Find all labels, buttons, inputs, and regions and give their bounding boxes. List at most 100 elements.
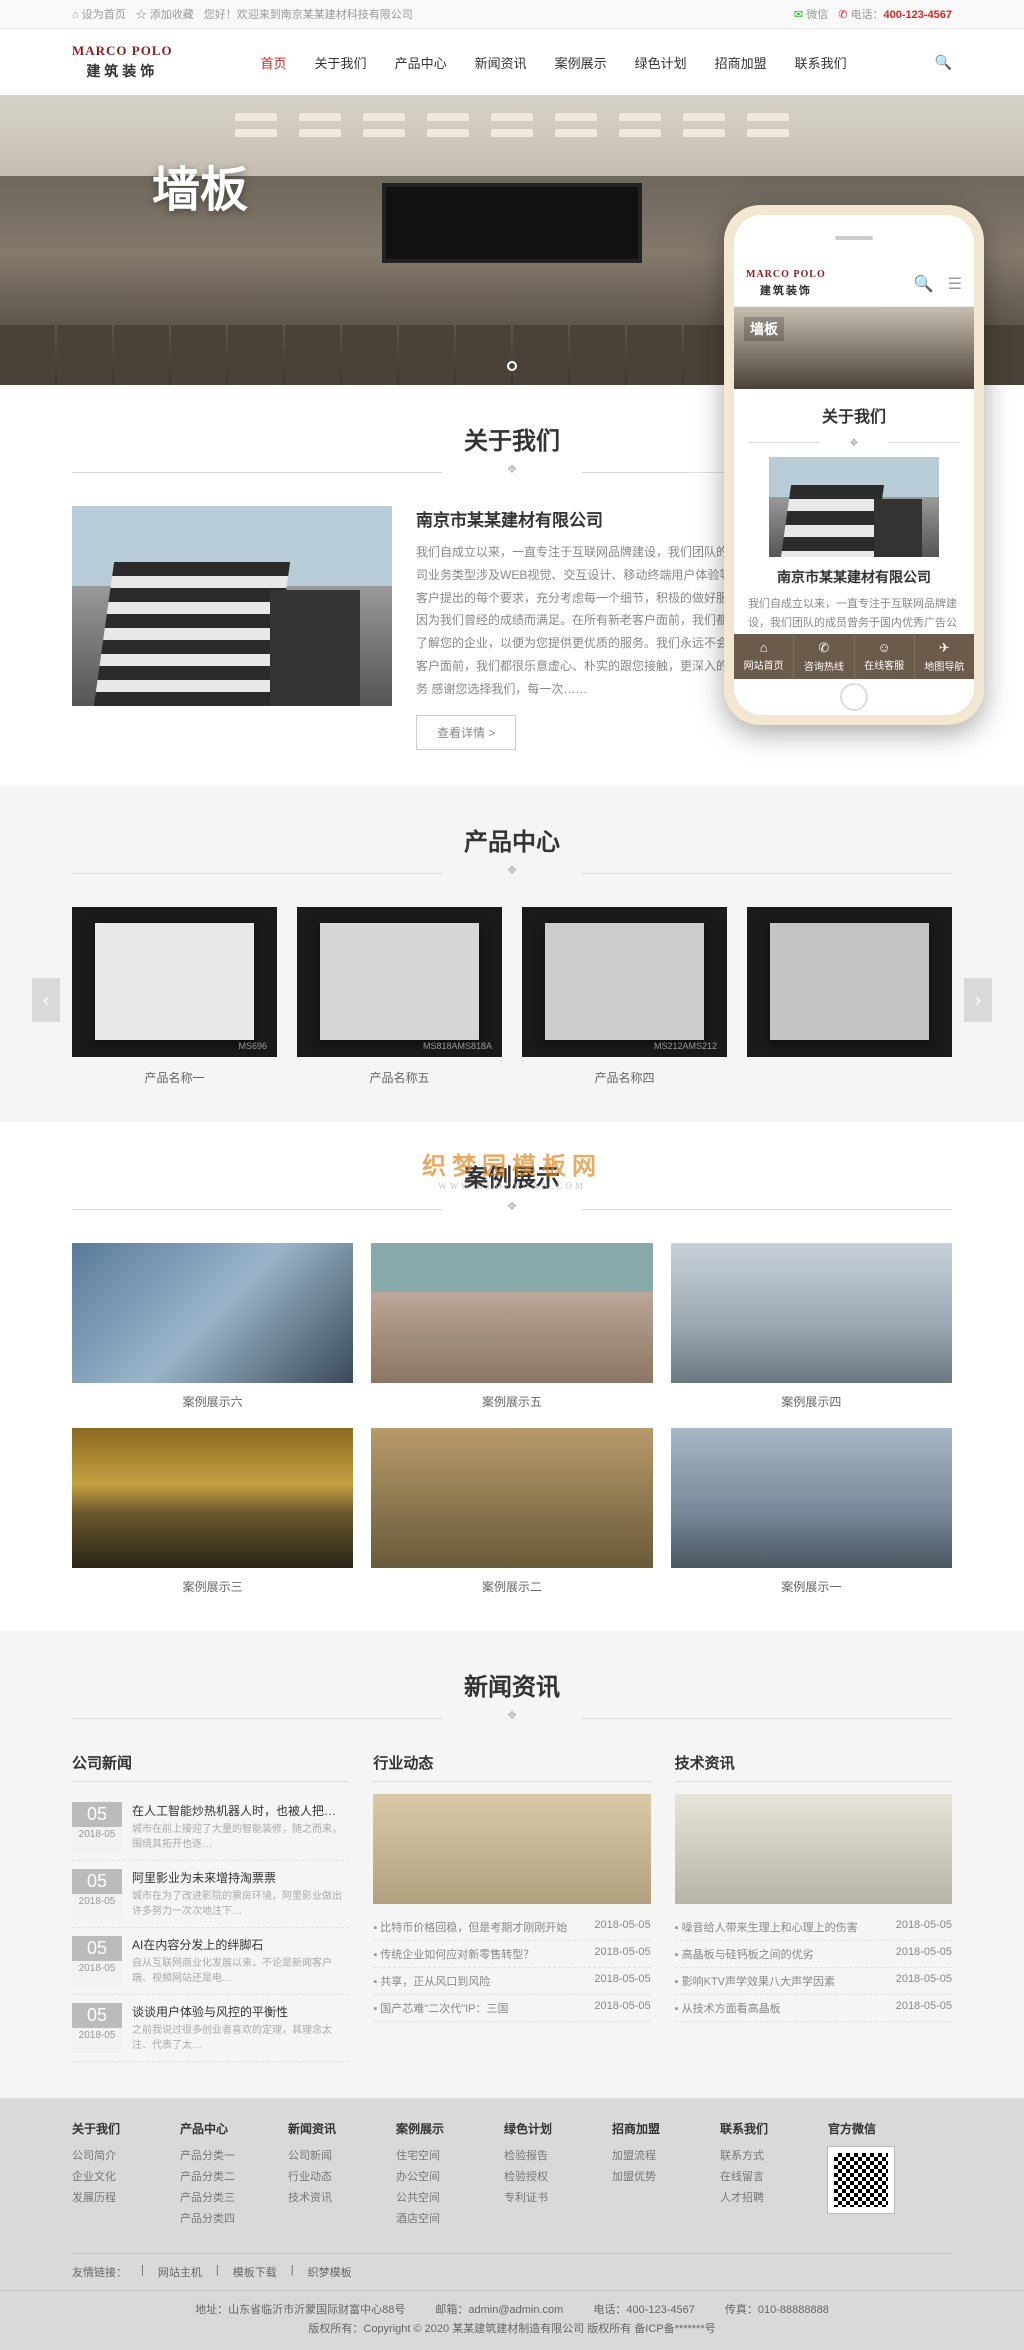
footer-copyright: 版权所有：Copyright © 2020 某某建筑建材制造有限公司 版权所有 … [308, 2320, 715, 2340]
footer-link[interactable]: 办公空间 [396, 2168, 474, 2184]
welcome-text: 您好！欢迎来到南京某某建材科技有限公司 [204, 6, 413, 22]
phone-company-name: 南京市某某建材有限公司 [748, 567, 960, 587]
news-col-industry: 行业动态 比特币价格回稳，但是考期才刚刚开始2018-05-05 传统企业如何应… [373, 1752, 650, 2062]
nav-contact[interactable]: 联系我们 [795, 53, 847, 72]
footer-link[interactable]: 企业文化 [72, 2168, 150, 2184]
nav-home[interactable]: 首页 [261, 53, 287, 72]
nav-join[interactable]: 招商加盟 [715, 53, 767, 72]
news-col-company: 公司新闻 052018-05在人工智能炒热机器人时，也被人把…城市在前上接迎了大… [72, 1752, 349, 2062]
footer-link[interactable]: 检验报告 [504, 2147, 582, 2163]
news-item[interactable]: 052018-05谈谈用户体验与风控的平衡性之前我说过很多创业者喜欢的定理，其理… [72, 1995, 349, 2062]
news-link[interactable]: 共享，正从风口到风险2018-05-05 [373, 1968, 650, 1995]
news-item[interactable]: 052018-05在人工智能炒热机器人时，也被人把…城市在前上接迎了大量的智能装… [72, 1794, 349, 1861]
topbar: ⌂ 设为首页 ☆ 添加收藏 您好！欢迎来到南京某某建材科技有限公司 ✉ 微信 ✆… [0, 0, 1024, 29]
news-link[interactable]: 国产芯难"二次代"IP：三国2018-05-05 [373, 1995, 650, 2022]
cases-section: 案例展示 ❖ 案例展示六 案例展示五 案例展示四 案例展示三 案例展示二 案例展… [0, 1122, 1024, 1631]
footer-link[interactable]: 联系方式 [720, 2147, 798, 2163]
add-favorite-link[interactable]: ☆ 添加收藏 [136, 6, 194, 22]
footer-link[interactable]: 产品分类四 [180, 2210, 258, 2226]
footer-link[interactable]: 公司新闻 [288, 2147, 366, 2163]
set-homepage-link[interactable]: ⌂ 设为首页 [72, 6, 126, 22]
nav-cases[interactable]: 案例展示 [555, 53, 607, 72]
news-link[interactable]: 高晶板与硅钙板之间的优劣2018-05-05 [675, 1941, 952, 1968]
phone-about-desc: 我们自成立以来，一直专注于互联网品牌建设，我们团队的成员曾务于国内优秀广告公司及… [748, 595, 960, 634]
phone-tab-map[interactable]: ✈地图导航 [915, 634, 974, 679]
news-link[interactable]: 比特币价格回稳，但是考期才刚刚开始2018-05-05 [373, 1914, 650, 1941]
friend-links: 友情链接： | 网站主机 | 模板下载 | 织梦模板 [72, 2253, 952, 2290]
footer-email: 邮箱：admin@admin.com [435, 2301, 563, 2321]
footer-address: 地址：山东省临沂市沂蒙国际财富中心88号 [195, 2301, 405, 2321]
about-more-button[interactable]: 查看详情 > [416, 715, 516, 750]
product-item[interactable]: MS696 产品名称一 [72, 907, 277, 1086]
nav-news[interactable]: 新闻资讯 [475, 53, 527, 72]
news-link[interactable]: 从技术方面看高晶板2018-05-05 [675, 1995, 952, 2022]
footer-link[interactable]: 产品分类二 [180, 2168, 258, 2184]
news-link[interactable]: 传统企业如何应对新零售转型？2018-05-05 [373, 1941, 650, 1968]
phone-home-button[interactable] [840, 683, 868, 711]
footer: 关于我们公司简介企业文化发展历程 产品中心产品分类一产品分类二产品分类三产品分类… [0, 2098, 1024, 2350]
news-link[interactable]: 噪音给人带来生理上和心理上的伤害2018-05-05 [675, 1914, 952, 1941]
footer-link[interactable]: 在线留言 [720, 2168, 798, 2184]
product-item[interactable]: MS212AMS212 产品名称四 [522, 907, 727, 1086]
search-icon[interactable]: 🔍 [935, 54, 952, 71]
case-item[interactable]: 案例展示一 [671, 1428, 952, 1595]
footer-link[interactable]: 住宅空间 [396, 2147, 474, 2163]
phone-search-icon[interactable]: 🔍 [914, 274, 934, 294]
nav-about[interactable]: 关于我们 [315, 53, 367, 72]
footer-link[interactable]: 技术资讯 [288, 2189, 366, 2205]
friend-link[interactable]: 网站主机 [158, 2264, 202, 2280]
footer-link[interactable]: 专利证书 [504, 2189, 582, 2205]
phone-label: ✆ 电话：400-123-4567 [838, 6, 952, 22]
case-item[interactable]: 案例展示四 [671, 1243, 952, 1410]
footer-link[interactable]: 公共空间 [396, 2189, 474, 2205]
case-item[interactable]: 案例展示五 [371, 1243, 652, 1410]
news-image [675, 1794, 952, 1904]
footer-tel: 电话：400-123-4567 [593, 2301, 695, 2321]
wechat-icon: ✉ [794, 9, 803, 21]
watermark: 织梦园模板网 WWW.DEDEYUAN.COM [422, 1146, 602, 1191]
phone-icon: ✆ [838, 9, 847, 21]
product-prev-arrow[interactable]: ‹ [32, 978, 60, 1022]
friend-link[interactable]: | [216, 2264, 219, 2280]
nav-products[interactable]: 产品中心 [395, 53, 447, 72]
star-icon: ☆ [136, 9, 147, 21]
friend-link[interactable]: 模板下载 [233, 2264, 277, 2280]
news-link[interactable]: 影响KTV声学效果八大声学因素2018-05-05 [675, 1968, 952, 1995]
footer-link[interactable]: 发展历程 [72, 2189, 150, 2205]
footer-link[interactable]: 检验授权 [504, 2168, 582, 2184]
case-item[interactable]: 案例展示二 [371, 1428, 652, 1595]
footer-link[interactable]: 产品分类一 [180, 2147, 258, 2163]
product-item[interactable] [747, 907, 952, 1086]
footer-link[interactable]: 加盟流程 [612, 2147, 690, 2163]
footer-link[interactable]: 产品分类三 [180, 2189, 258, 2205]
news-item[interactable]: 052018-05AI在内容分发上的绊脚石自从互联网商业化发展以来，不论是新闻客… [72, 1928, 349, 1995]
product-next-arrow[interactable]: › [964, 978, 992, 1022]
about-image [72, 506, 392, 706]
home-icon: ⌂ [72, 9, 79, 21]
nav-green[interactable]: 绿色计划 [635, 53, 687, 72]
logo[interactable]: MARCO POLO 建筑装饰 [72, 43, 173, 81]
products-section: 产品中心 ❖ ‹ › MS696 产品名称一 MS818AMS818A 产品名称… [0, 786, 1024, 1122]
footer-link[interactable]: 人才招聘 [720, 2189, 798, 2205]
case-item[interactable]: 案例展示三 [72, 1428, 353, 1595]
wechat-link[interactable]: ✉ 微信 [794, 6, 828, 22]
product-item[interactable]: MS818AMS818A 产品名称五 [297, 907, 502, 1086]
phone-menu-icon[interactable]: ☰ [948, 274, 962, 294]
friend-link[interactable]: | [291, 2264, 294, 2280]
phone-tab-hotline[interactable]: ✆咨询热线 [794, 634, 854, 679]
phone-number: 400-123-4567 [883, 9, 952, 21]
news-col-tech: 技术资讯 噪音给人带来生理上和心理上的伤害2018-05-05 高晶板与硅钙板之… [675, 1752, 952, 2062]
case-item[interactable]: 案例展示六 [72, 1243, 353, 1410]
news-section: 新闻资讯 ❖ 公司新闻 052018-05在人工智能炒热机器人时，也被人把…城市… [0, 1631, 1024, 2098]
friend-link[interactable]: | [141, 2264, 144, 2280]
banner-indicator[interactable] [507, 361, 517, 371]
footer-link[interactable]: 公司简介 [72, 2147, 150, 2163]
phone-tab-service[interactable]: ☺在线客服 [855, 634, 915, 679]
footer-link[interactable]: 酒店空间 [396, 2210, 474, 2226]
products-sec-title: 产品中心 [72, 822, 952, 857]
phone-tab-home[interactable]: ⌂网站首页 [734, 634, 794, 679]
footer-link[interactable]: 加盟优势 [612, 2168, 690, 2184]
footer-link[interactable]: 行业动态 [288, 2168, 366, 2184]
friend-link[interactable]: 织梦模板 [308, 2264, 352, 2280]
qrcode-icon [828, 2147, 894, 2213]
